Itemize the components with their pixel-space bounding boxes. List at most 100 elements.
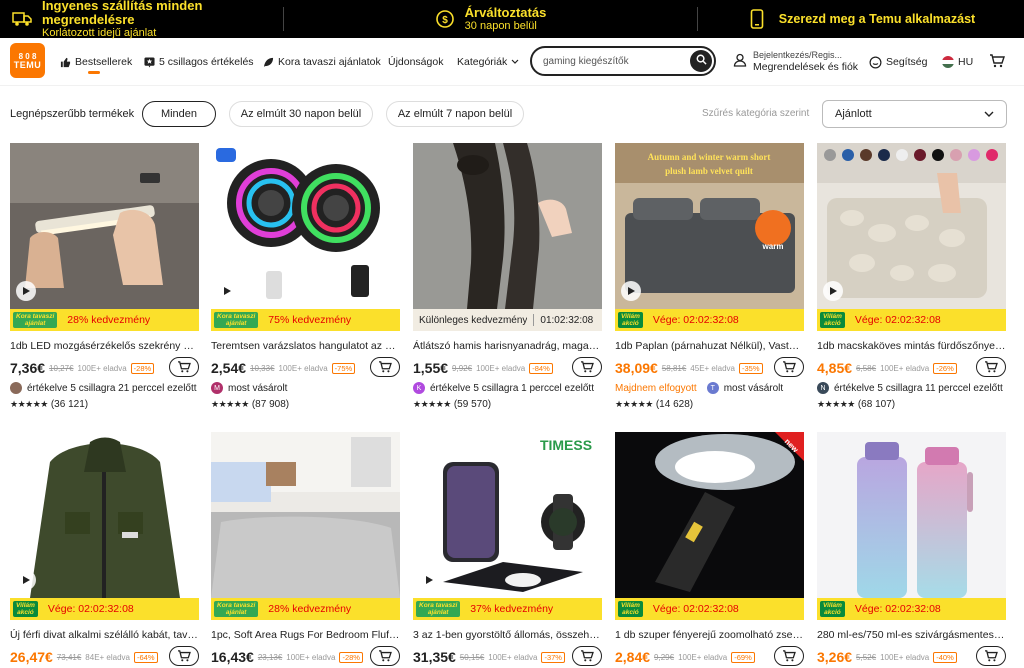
product-price: 7,36€ (10, 360, 46, 376)
temu-logo[interactable]: 8 0 8 TEMU (10, 43, 45, 78)
sold-count: 100E+ eladva (77, 363, 127, 373)
rating[interactable]: ★★★★★ (68 107) (817, 397, 1006, 411)
rating[interactable]: ★★★★★ (59 570) (413, 397, 602, 411)
app-promo[interactable]: Szerezd meg a Temu alkalmazást (698, 0, 1024, 38)
product-title[interactable]: 3 az 1-ben gyorstöltő állomás, összehajt… (413, 628, 602, 642)
sold-count: 100E+ eladva (880, 652, 930, 662)
add-to-cart-button[interactable] (169, 357, 199, 377)
product-title[interactable]: 1db LED mozgásérzékelős szekrény világít… (10, 339, 199, 353)
sort-dropdown[interactable]: Ajánlott (822, 100, 1007, 128)
account-menu[interactable]: Bejelentkezés/Regis... Megrendelések és … (733, 38, 858, 86)
product-image[interactable] (413, 143, 602, 309)
discount-badge: -64% (134, 651, 158, 663)
rating[interactable]: ★★★★★ (87 908) (211, 397, 400, 411)
product-image[interactable]: Autumn and winter warm short plush lamb v… (615, 143, 804, 309)
cart-icon (581, 650, 594, 662)
add-to-cart-button[interactable] (976, 357, 1006, 377)
product-image[interactable] (10, 432, 199, 598)
add-to-cart-button[interactable] (774, 646, 804, 666)
cart-button[interactable] (989, 38, 1005, 86)
nav-new-arrivals[interactable]: Újdonságok (388, 38, 443, 86)
product-image[interactable] (817, 432, 1006, 598)
video-play-icon[interactable] (16, 281, 36, 301)
product-title[interactable]: Teremtsen varázslatos hangulatot az 50 l… (211, 339, 400, 353)
filter-pill-all[interactable]: Minden (142, 101, 216, 127)
social-proof: Mmost vásárolt (211, 379, 400, 397)
nav-new-label: Újdonságok (388, 56, 444, 68)
video-play-icon[interactable] (419, 570, 439, 590)
discount-text: 75% kedvezmény (268, 314, 352, 326)
product-image[interactable] (10, 143, 199, 309)
product-card[interactable]: Villám akció Vége: 02:02:32:08 Új férfi d… (10, 432, 199, 666)
product-card[interactable]: TIMESS Kora tavaszi ajánlat 37% kedvezmén… (413, 432, 602, 666)
video-play-icon[interactable] (16, 570, 36, 590)
add-to-cart-button[interactable] (370, 357, 400, 377)
video-play-icon[interactable] (823, 281, 843, 301)
stars-icon: ★★★★★ (615, 398, 653, 409)
product-image[interactable]: TIMESS (413, 432, 602, 598)
cart-icon (989, 53, 1005, 71)
add-to-cart-button[interactable] (976, 646, 1006, 666)
product-title[interactable]: Átlátszó hamis harisnyanadrág, magas der… (413, 339, 602, 353)
original-price: 10,33€ (250, 363, 275, 373)
original-price: 10,27€ (49, 363, 74, 373)
product-card[interactable]: Villám akció Vége: 02:02:32:08 280 ml-es/… (817, 432, 1006, 666)
add-to-cart-button[interactable] (169, 646, 199, 666)
price-adjust-promo[interactable]: $ Árváltoztatás 30 napon belül (283, 5, 698, 32)
product-image[interactable] (817, 143, 1006, 309)
product-title[interactable]: 280 ml-es/750 ml-es szivárgásmentes, spo… (817, 628, 1006, 642)
nav-bestsellers[interactable]: Bestsellerek (60, 38, 132, 86)
discount-badge: -28% (339, 651, 363, 663)
svg-text:plush lamb velvet quilt: plush lamb velvet quilt (665, 166, 753, 176)
free-shipping-promo[interactable]: Ingyenes szállítás minden megrendelésre … (0, 0, 283, 39)
product-card[interactable]: Kora tavaszi ajánlat 28% kedvezmény 1db L… (10, 143, 199, 410)
sold-count: 84E+ eladva (85, 652, 130, 662)
review-count: (68 107) (857, 398, 896, 410)
add-to-cart-button[interactable] (572, 357, 602, 377)
hungary-flag-icon (942, 56, 954, 68)
filter-pill-30-days[interactable]: Az elmúlt 30 napon belül (229, 101, 373, 127)
product-price: 2,54€ (211, 360, 247, 376)
add-to-cart-button[interactable] (572, 646, 602, 666)
countdown-timer: Vége: 02:02:32:08 (854, 314, 941, 326)
product-title[interactable]: 1 db szuper fényerejű zoomolható zseblám… (615, 628, 804, 642)
product-card[interactable]: Kora tavaszi ajánlat 75% kedvezmény Terem… (211, 143, 400, 410)
product-card[interactable]: Villám akció Vége: 02:02:32:08 1db macska… (817, 143, 1006, 410)
add-to-cart-button[interactable] (774, 357, 804, 377)
nav-spring-deals[interactable]: Kora tavaszi ajánlatok (263, 38, 381, 86)
nav-five-star-label: 5 csillagos értékelés (159, 56, 254, 68)
product-title[interactable]: Új férfi divat alkalmi szélálló kabát, t… (10, 628, 199, 642)
filter-pill-7-days[interactable]: Az elmúlt 7 napon belül (386, 101, 524, 127)
nav-categories[interactable]: Kategóriák (457, 38, 523, 86)
help-label: Segítség (886, 56, 928, 68)
search-button[interactable] (690, 50, 712, 72)
help-link[interactable]: Segítség (869, 38, 927, 86)
product-card[interactable]: Különleges kedvezmény 01:02:32:08 Átláts… (413, 143, 602, 410)
cart-icon (783, 650, 796, 662)
discount-badge: -26% (933, 362, 957, 374)
product-title[interactable]: 1pc, Soft Area Rugs For Bedroom Fluffy, … (211, 628, 400, 642)
phone-icon (747, 9, 767, 29)
cart-icon (178, 361, 191, 373)
search-input[interactable]: gaming kiegészítők (530, 46, 716, 76)
rating[interactable]: ★★★★★ (36 121) (10, 397, 199, 411)
sold-count: 100E+ eladva (880, 363, 930, 373)
product-image[interactable] (211, 432, 400, 598)
product-image[interactable]: new (615, 432, 804, 598)
video-play-icon[interactable] (217, 281, 237, 301)
rating[interactable]: ★★★★★ (14 628) (615, 397, 804, 411)
spring-deal-tag: Kora tavaszi ajánlat (416, 601, 461, 617)
product-title[interactable]: 1db macskaköves mintás fürdőszőnyeg, víz… (817, 339, 1006, 353)
product-card[interactable]: Autumn and winter warm short plush lamb v… (615, 143, 804, 410)
video-play-icon[interactable] (621, 281, 641, 301)
add-to-cart-button[interactable] (370, 646, 400, 666)
avatar: K (413, 382, 425, 394)
product-card[interactable]: new Villám akció Vége: 02:02:32:08 1 db s… (615, 432, 804, 666)
product-card[interactable]: Kora tavaszi ajánlat 28% kedvezmény 1pc, … (211, 432, 400, 666)
active-nav-indicator (88, 71, 100, 74)
language-selector[interactable]: HU (942, 38, 973, 86)
product-title[interactable]: 1db Paplan (párnahuzat Nélkül), Vastagít… (615, 339, 804, 353)
thumbs-up-icon (60, 57, 71, 68)
nav-five-star[interactable]: 5 csillagos értékelés (144, 38, 254, 86)
product-image[interactable] (211, 143, 400, 309)
